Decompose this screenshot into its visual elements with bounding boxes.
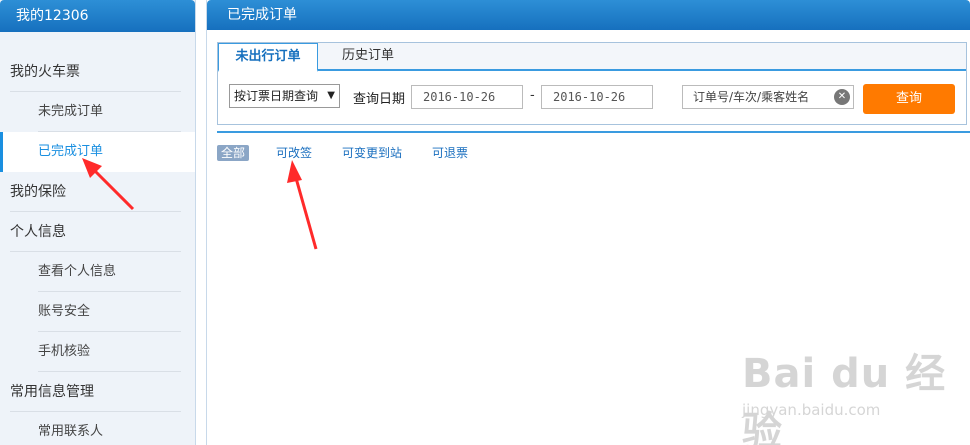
filter-refundable[interactable]: 可退票 <box>432 145 468 161</box>
sidebar-title: 我的12306 <box>0 0 195 32</box>
sidebar-section-my-insurance[interactable]: 我的保险 <box>0 172 195 212</box>
date-from-input[interactable]: 2016-10-26 <box>411 85 523 109</box>
baidu-jingyan-watermark: Bai du 经验 jingyan.baidu.com <box>742 335 962 445</box>
watermark-url: jingyan.baidu.com <box>742 401 881 419</box>
query-row: 按订票日期查询 ▼ 查询日期 2016-10-26 - 2016-10-26 订… <box>218 84 968 114</box>
query-button[interactable]: 查询 <box>863 84 955 114</box>
order-tab-box: 未出行订单 历史订单 按订票日期查询 ▼ 查询日期 2016-10-26 - 2… <box>217 42 967 125</box>
dropdown-arrow-icon: ▼ <box>327 90 335 101</box>
tab-strip: 未出行订单 历史订单 <box>218 43 966 72</box>
sidebar-item-completed-orders[interactable]: 已完成订单 <box>0 132 195 172</box>
sidebar: 我的12306 我的火车票 未完成订单 已完成订单 我的保险 个人信息 查看个人… <box>0 0 196 445</box>
sidebar-menu: 我的火车票 未完成订单 已完成订单 我的保险 个人信息 查看个人信息 账号安全 … <box>0 52 195 445</box>
clear-icon[interactable]: ✕ <box>834 89 850 105</box>
tab-upcoming-orders[interactable]: 未出行订单 <box>218 43 318 72</box>
page-title: 已完成订单 <box>207 0 970 30</box>
sidebar-section-my-tickets[interactable]: 我的火车票 <box>0 52 195 92</box>
query-type-select[interactable]: 按订票日期查询 ▼ <box>229 84 340 108</box>
watermark-logo: Bai du 经验 <box>742 351 947 445</box>
filter-all[interactable]: 全部 <box>217 145 250 161</box>
sidebar-section-common-info[interactable]: 常用信息管理 <box>0 372 195 412</box>
sidebar-item-common-contacts[interactable]: 常用联系人 <box>0 412 195 445</box>
sidebar-item-view-personal-info[interactable]: 查看个人信息 <box>0 252 195 292</box>
search-input[interactable]: 订单号/车次/乘客姓名 ✕ <box>682 85 854 109</box>
date-separator: - <box>530 88 535 103</box>
sidebar-item-account-security[interactable]: 账号安全 <box>0 292 195 332</box>
filter-changeable[interactable]: 可改签 <box>276 145 312 161</box>
tab-history-orders[interactable]: 历史订单 <box>318 43 418 71</box>
date-to-input[interactable]: 2016-10-26 <box>541 85 653 109</box>
sidebar-section-personal-info[interactable]: 个人信息 <box>0 212 195 252</box>
divider <box>217 131 970 133</box>
query-type-value: 按订票日期查询 <box>234 89 319 103</box>
sidebar-item-unfinished-orders[interactable]: 未完成订单 <box>0 92 195 132</box>
search-placeholder: 订单号/车次/乘客姓名 <box>693 90 810 104</box>
filter-change-destination[interactable]: 可变更到站 <box>342 145 402 161</box>
sidebar-item-phone-verification[interactable]: 手机核验 <box>0 332 195 372</box>
date-label: 查询日期 <box>353 92 406 107</box>
